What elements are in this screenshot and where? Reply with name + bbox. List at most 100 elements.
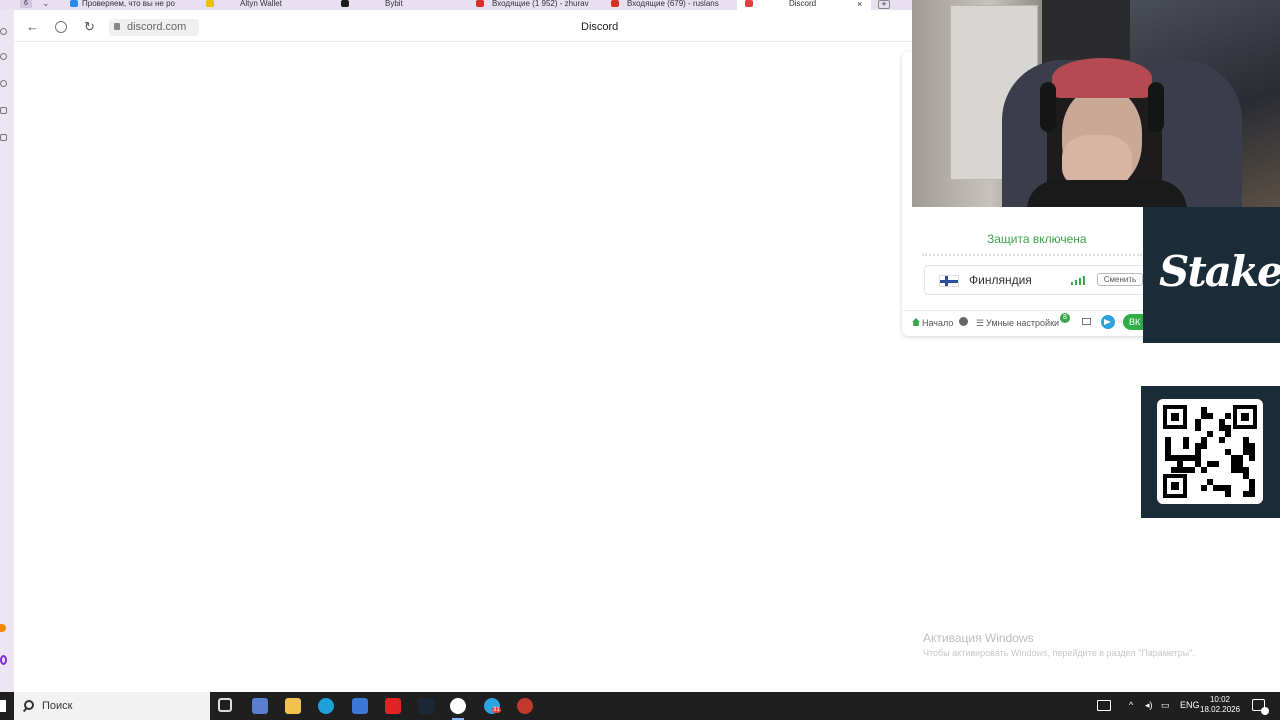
clock[interactable]: 10:02 18.02.2026 <box>1200 695 1240 715</box>
protect-icon[interactable] <box>55 21 67 33</box>
telegram-app-icon[interactable]: 31 <box>484 698 501 714</box>
webcam-cap <box>1052 58 1152 98</box>
vpn-status-text: Защита включена <box>987 232 1087 246</box>
activation-watermark-title: Активация Windows <box>923 631 1034 645</box>
tab-discord[interactable]: Discord <box>737 0 871 10</box>
notifications-badge <box>1261 707 1269 715</box>
qr-module <box>1207 413 1213 419</box>
menu-icon: ☰ <box>976 318 985 328</box>
tab-label: Bybit <box>385 0 403 8</box>
sidebar-app-icon[interactable] <box>0 624 6 632</box>
qr-module <box>1249 491 1255 497</box>
qr-module <box>1249 455 1255 461</box>
finland-flag-icon <box>939 275 959 287</box>
webcam-overlay <box>912 0 1280 207</box>
browser-sidebar <box>0 10 14 692</box>
tab-vk[interactable]: Проверяем, что вы не ро <box>68 0 190 10</box>
qr-banner <box>1141 386 1280 518</box>
taskbar: Поиск 31 ^ ◂) ▭ ENG 10:02 18.02.2026 <box>0 692 1280 720</box>
sidebar-icon[interactable] <box>0 134 7 141</box>
qr-module <box>1201 443 1207 449</box>
store-icon[interactable] <box>252 698 268 714</box>
tab-label: Проверяем, что вы не ро <box>82 0 175 8</box>
tab-bybit[interactable]: Bybit <box>339 0 439 10</box>
qr-module <box>1201 467 1207 473</box>
yandex-icon[interactable] <box>385 698 401 714</box>
mail-icon[interactable] <box>1082 318 1091 325</box>
close-tab-icon[interactable]: × <box>857 0 862 9</box>
qr-finder <box>1163 474 1187 498</box>
address-bar[interactable]: discord.com <box>109 19 199 36</box>
sidebar-icon[interactable] <box>0 53 7 60</box>
tab-label: Входящие (1 952) - zhurav <box>492 0 589 8</box>
qr-module <box>1225 413 1231 419</box>
network-icon[interactable]: ▭ <box>1161 700 1170 711</box>
tab-label: Altyn Wallet <box>240 0 282 8</box>
home-icon[interactable] <box>912 318 920 326</box>
explorer-icon[interactable] <box>285 698 301 714</box>
vk-icon <box>70 0 78 7</box>
qr-module <box>1225 491 1231 497</box>
discord-icon <box>745 0 753 7</box>
home-link[interactable]: Начало <box>922 318 953 328</box>
telegram-badge: 31 <box>492 707 501 713</box>
qr-module <box>1183 443 1189 449</box>
page-title: Discord <box>581 21 619 33</box>
webcam-body <box>1027 180 1187 207</box>
alice-icon[interactable] <box>0 655 7 665</box>
tab-gmail-1[interactable]: Входящие (1 952) - zhurav <box>474 0 594 10</box>
gear-icon[interactable] <box>959 317 968 326</box>
task-view-icon[interactable] <box>218 698 232 712</box>
edge-icon[interactable] <box>318 698 334 714</box>
obs-icon[interactable] <box>517 698 533 714</box>
yandex-browser-icon[interactable] <box>450 698 466 720</box>
gmail-icon <box>611 0 619 7</box>
headphone-right <box>1148 82 1164 132</box>
sidebar-icon[interactable] <box>0 28 7 35</box>
qr-module <box>1213 461 1219 467</box>
chevron-up-icon[interactable]: ^ <box>1129 700 1133 710</box>
back-icon[interactable]: ← <box>26 19 39 34</box>
lock-icon <box>114 23 120 30</box>
search-icon <box>24 700 34 710</box>
clock-date: 18.02.2026 <box>1200 705 1241 714</box>
speaker-icon[interactable]: ◂) <box>1145 700 1153 711</box>
vpn-location-row[interactable]: Финляндия Сменить <box>924 265 1152 295</box>
tab-gmail-2[interactable]: Входящие (679) - ruslans <box>609 0 731 10</box>
signal-strength-icon <box>1071 275 1089 285</box>
tab-count-badge[interactable]: 6 <box>20 0 32 8</box>
keyboard-icon[interactable] <box>1097 700 1111 711</box>
mail-app-icon[interactable] <box>352 698 368 714</box>
steam-icon[interactable] <box>418 698 434 714</box>
stake-banner: Stake <box>1143 207 1280 343</box>
bybit-icon <box>341 0 349 7</box>
divider <box>922 254 1142 257</box>
taskbar-search[interactable]: Поиск <box>14 692 210 720</box>
qr-pattern <box>1163 405 1257 498</box>
language-indicator[interactable]: ENG <box>1180 700 1200 710</box>
screen: 6 ⌄ Проверяем, что вы не ро Altyn Wallet… <box>0 0 1280 720</box>
gmail-icon <box>476 0 484 7</box>
tab-label: Входящие (679) - ruslans <box>627 0 719 8</box>
qr-finder <box>1233 405 1257 429</box>
tab-altyn-wallet[interactable]: Altyn Wallet <box>204 0 304 10</box>
search-label: Поиск <box>42 700 73 712</box>
start-button[interactable] <box>0 700 6 712</box>
qr-code <box>1157 399 1263 504</box>
telegram-icon[interactable] <box>1101 315 1115 329</box>
headphone-left <box>1040 82 1056 132</box>
browser-toolbar: ← ↻ discord.com Discord <box>14 10 912 42</box>
qr-module <box>1195 425 1201 431</box>
activation-watermark-text: Чтобы активировать Windows, перейдите в … <box>923 648 1195 658</box>
qr-module <box>1207 431 1213 437</box>
new-tab-button[interactable]: + <box>878 0 890 9</box>
reload-icon[interactable]: ↻ <box>84 19 95 35</box>
clock-time: 10:02 <box>1209 695 1231 704</box>
tabs-dropdown-icon[interactable]: ⌄ <box>42 0 50 9</box>
stake-logo: Stake <box>1159 247 1280 296</box>
tab-label: Discord <box>789 0 817 8</box>
sidebar-icon[interactable] <box>0 107 7 114</box>
sidebar-icon[interactable] <box>0 80 7 87</box>
smart-settings-link[interactable]: Умные настройки <box>986 318 1059 328</box>
change-location-button[interactable]: Сменить <box>1097 273 1143 286</box>
